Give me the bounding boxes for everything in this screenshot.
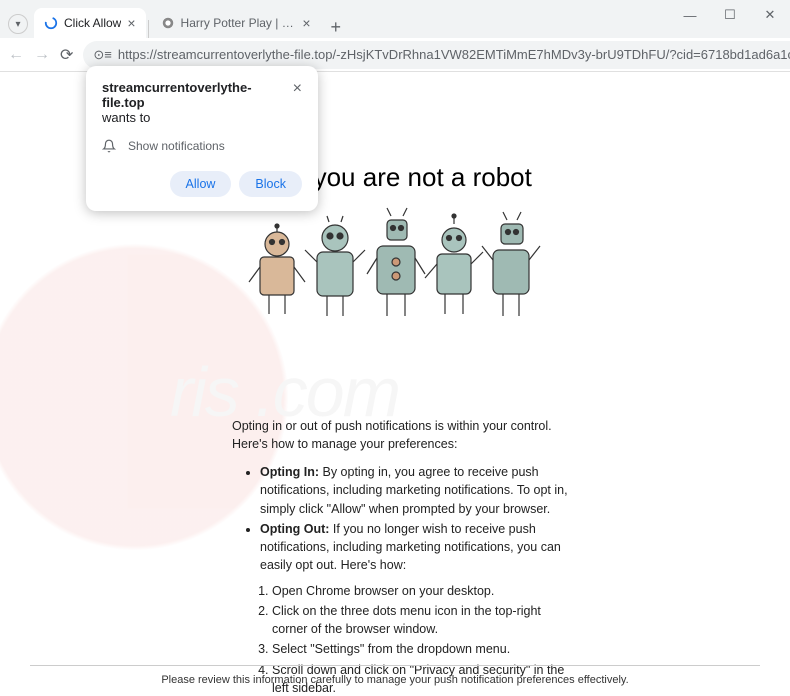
new-tab-button[interactable]: + xyxy=(321,17,352,38)
close-icon[interactable]: × xyxy=(293,80,302,98)
step-item: Open Chrome browser on your desktop. xyxy=(272,582,572,600)
permission-label: Show notifications xyxy=(128,139,225,153)
block-button[interactable]: Block xyxy=(239,171,302,197)
permission-origin: streamcurrentoverlythe-file.top xyxy=(102,80,293,110)
close-window-button[interactable]: ✕ xyxy=(750,0,790,30)
favicon-icon xyxy=(161,16,175,30)
close-icon[interactable]: × xyxy=(127,15,135,31)
tab-separator xyxy=(148,20,149,38)
title-bar: ▾ Click Allow × Harry Potter Play | Lyri… xyxy=(0,0,790,38)
loading-icon xyxy=(44,16,58,30)
list-item: Opting Out: If you no longer wish to rec… xyxy=(260,520,572,574)
step-item: Select "Settings" from the dropdown menu… xyxy=(272,640,572,658)
footer-text: Please review this information carefully… xyxy=(30,665,760,686)
list-item: Opting In: By opting in, you agree to re… xyxy=(260,463,572,517)
permission-wants: wants to xyxy=(102,110,293,125)
permission-dialog: streamcurrentoverlythe-file.top wants to… xyxy=(86,66,318,211)
robots-image xyxy=(245,202,545,342)
tab-inactive[interactable]: Harry Potter Play | Lyric Theatre × xyxy=(151,8,321,38)
instructions-block: Opting in or out of push notifications i… xyxy=(232,417,572,696)
address-bar[interactable]: ⊙≡ https://streamcurrentoverlythe-file.t… xyxy=(83,41,790,69)
tab-active[interactable]: Click Allow × xyxy=(34,8,146,38)
allow-button[interactable]: Allow xyxy=(170,171,232,197)
bell-icon xyxy=(102,139,116,153)
url-text: https://streamcurrentoverlythe-file.top/… xyxy=(118,47,790,62)
back-button[interactable]: ← xyxy=(8,46,24,64)
step-item: Click on the three dots menu icon in the… xyxy=(272,602,572,638)
reload-button[interactable]: ⟳ xyxy=(60,45,73,65)
intro-text: Opting in or out of push notifications i… xyxy=(232,417,572,453)
tab-title: Click Allow xyxy=(64,16,121,30)
tab-title: Harry Potter Play | Lyric Theatre xyxy=(181,16,297,30)
forward-button[interactable]: → xyxy=(34,46,50,64)
minimize-button[interactable]: — xyxy=(670,0,710,30)
site-info-icon[interactable]: ⊙≡ xyxy=(93,47,111,63)
tab-search-icon[interactable]: ▾ xyxy=(8,14,28,34)
maximize-button[interactable]: ☐ xyxy=(710,0,750,30)
close-icon[interactable]: × xyxy=(302,15,310,31)
